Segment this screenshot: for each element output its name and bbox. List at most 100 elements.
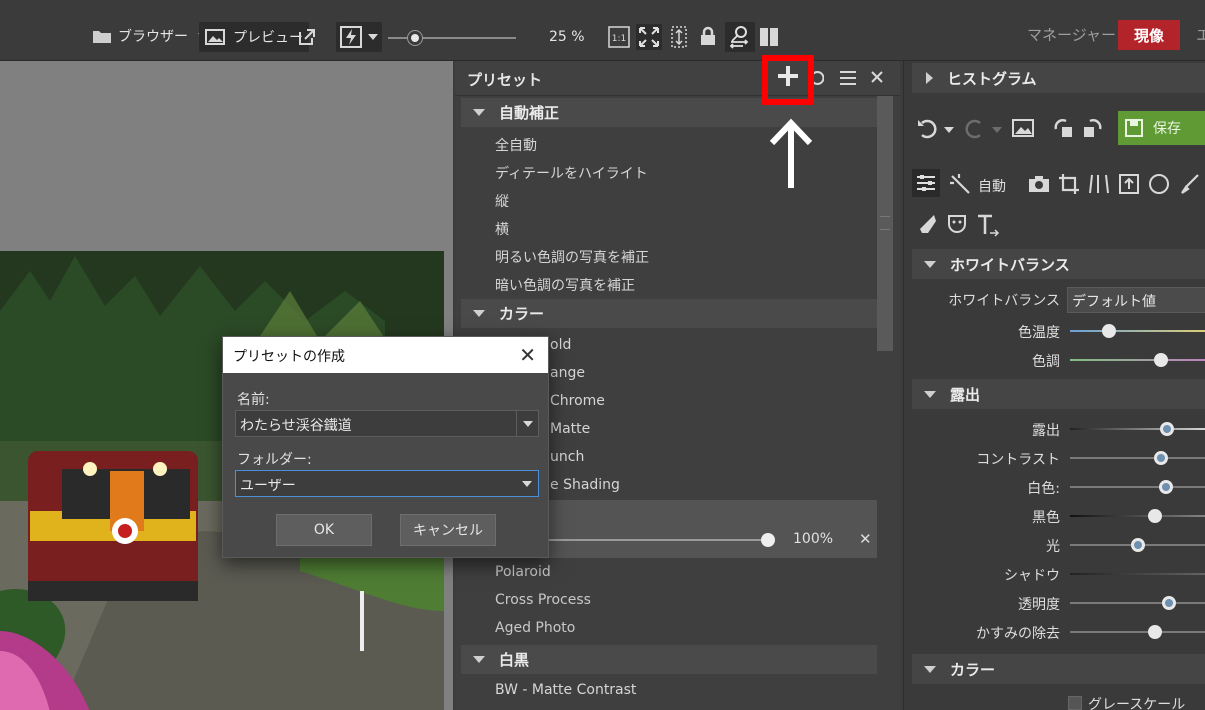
histogram-section[interactable]: ヒストグラム (912, 63, 1205, 93)
preset-item[interactable]: Aged Photo (495, 620, 575, 636)
magic-wand-icon[interactable] (949, 173, 971, 195)
plus-icon[interactable] (776, 64, 800, 88)
compare-icon[interactable] (725, 22, 755, 52)
redo-icon[interactable] (964, 117, 986, 139)
undo-icon[interactable] (916, 117, 938, 139)
preset-item[interactable]: Chrome (550, 393, 605, 409)
browser-tab[interactable]: ブラウザー (92, 26, 208, 46)
close-icon[interactable]: ✕ (519, 343, 536, 367)
slider-knob[interactable] (1154, 451, 1168, 465)
color-section[interactable]: カラー (912, 654, 1205, 684)
slider-track[interactable] (1070, 602, 1205, 604)
slider-track[interactable] (1070, 457, 1205, 459)
wb-select[interactable]: デフォルト値 (1067, 287, 1205, 313)
slider-exposure[interactable]: 露出 (904, 417, 1205, 441)
preset-item[interactable]: BW - Matte Contrast (495, 682, 636, 698)
preset-strength-knob[interactable] (761, 533, 775, 547)
brush-icon[interactable] (1178, 173, 1200, 195)
develop-tab[interactable]: 現像 (1118, 20, 1180, 50)
cancel-button[interactable]: キャンセル (400, 514, 496, 546)
slider-blacks[interactable]: 黒色 (904, 504, 1205, 528)
slider-temperature[interactable]: 色温度 (904, 319, 1205, 343)
radial-filter-icon[interactable] (1148, 173, 1170, 195)
preset-item[interactable]: 全自動 (495, 135, 537, 155)
edit-tab-partial[interactable]: エ (1196, 24, 1205, 45)
preset-item[interactable]: 縦 (495, 191, 509, 211)
slider-track[interactable] (1070, 515, 1205, 517)
preset-item[interactable]: Cross Process (495, 592, 591, 608)
image-icon[interactable] (1012, 119, 1034, 137)
section-auto-correct[interactable]: 自動補正 (461, 98, 877, 127)
preset-item[interactable]: unch (550, 449, 584, 465)
zoom-slider-knob[interactable] (408, 31, 422, 45)
preset-item[interactable]: old (550, 337, 571, 353)
exposure-section[interactable]: 露出 (912, 379, 1205, 409)
manager-tab[interactable]: マネージャー (1027, 24, 1116, 45)
rotate-left-icon[interactable] (1052, 117, 1076, 139)
slider-track[interactable] (1070, 486, 1205, 488)
actual-size-icon[interactable]: 1:1 (608, 26, 630, 48)
perspective-icon[interactable] (1088, 173, 1110, 195)
slider-whites[interactable]: 白色: (904, 475, 1205, 499)
slider-knob[interactable] (1131, 538, 1145, 552)
rotate-right-icon[interactable] (1080, 117, 1104, 139)
preset-item[interactable]: Matte (550, 421, 590, 437)
slider-track[interactable] (1070, 631, 1205, 633)
slider-track[interactable] (1070, 330, 1205, 332)
close-icon[interactable] (871, 71, 883, 83)
chevron-down-icon[interactable] (516, 411, 538, 436)
camera-icon[interactable] (1028, 175, 1050, 193)
name-field[interactable]: わたらせ渓谷鐵道 (235, 410, 539, 437)
preset-item[interactable]: 横 (495, 219, 509, 239)
preset-item[interactable]: 明るい色調の写真を補正 (495, 247, 649, 267)
folder-select[interactable]: ユーザー (235, 470, 539, 497)
preset-item[interactable]: 暗い色調の写真を補正 (495, 275, 635, 295)
remove-preset-icon[interactable]: ✕ (859, 530, 872, 548)
menu-icon[interactable] (839, 70, 857, 86)
mask-icon[interactable] (946, 213, 968, 235)
eraser-icon[interactable] (916, 213, 938, 235)
section-bw[interactable]: 白黒 (461, 645, 877, 674)
external-window-icon[interactable] (298, 28, 316, 46)
slider-knob[interactable] (1102, 324, 1116, 338)
adjust-tool[interactable] (912, 169, 940, 197)
slider-dehaze[interactable]: かすみの除去 (904, 620, 1205, 644)
slider-shadows[interactable]: シャドウ (904, 562, 1205, 586)
chevron-down-icon[interactable] (516, 471, 538, 496)
slider-track[interactable] (1070, 573, 1205, 575)
preset-item[interactable]: ange (550, 365, 585, 381)
preset-item[interactable]: e Shading (550, 477, 620, 493)
crop-icon[interactable] (1058, 173, 1080, 195)
slider-clarity[interactable]: 透明度 (904, 591, 1205, 615)
scrollbar-grip[interactable] (880, 216, 890, 230)
auto-label[interactable]: 自動 (978, 176, 1006, 196)
slider-highlights[interactable]: 光 (904, 533, 1205, 557)
slider-knob[interactable] (1162, 596, 1176, 610)
preview-tab[interactable]: プレビュー (199, 22, 309, 52)
ok-button[interactable]: OK (276, 514, 372, 546)
preset-strength-track[interactable] (545, 539, 765, 541)
white-balance-section[interactable]: ホワイトバランス (912, 249, 1205, 279)
grayscale-checkbox[interactable] (1068, 696, 1082, 710)
gradient-filter-icon[interactable] (1118, 173, 1140, 195)
lock-icon[interactable] (699, 26, 717, 46)
section-color[interactable]: カラー (461, 299, 877, 328)
fit-screen-icon[interactable] (636, 24, 662, 50)
slider-knob[interactable] (1154, 353, 1168, 367)
preset-item[interactable]: Polaroid (495, 564, 551, 580)
preset-item[interactable]: ディテールをハイライト (495, 163, 648, 183)
slider-track[interactable] (1070, 428, 1205, 430)
slider-track[interactable] (1070, 359, 1205, 361)
fit-height-icon[interactable] (668, 26, 690, 48)
text-icon[interactable] (976, 213, 1000, 237)
slider-knob[interactable] (1160, 422, 1174, 436)
slider-tint[interactable]: 色調 (904, 348, 1205, 372)
chevron-down-icon[interactable] (992, 127, 1002, 133)
split-view-icon[interactable] (759, 27, 779, 47)
save-button[interactable]: 保存 (1118, 111, 1205, 145)
chevron-down-icon[interactable] (944, 127, 954, 133)
slider-knob[interactable] (1148, 509, 1162, 523)
quick-fix-button[interactable] (336, 22, 382, 52)
slider-contrast[interactable]: コントラスト (904, 446, 1205, 470)
slider-knob[interactable] (1159, 480, 1173, 494)
